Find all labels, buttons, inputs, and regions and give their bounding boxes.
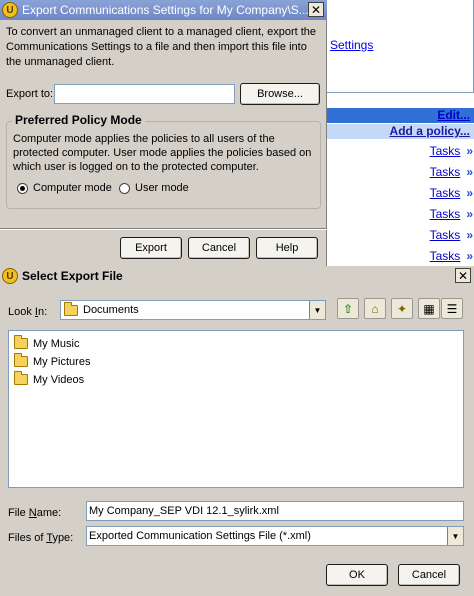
select-export-file-dialog: U Select Export File ✕ Look In: Document… [0, 266, 474, 596]
file-item-label: My Pictures [33, 355, 91, 368]
export-dialog-title-bar[interactable]: U Export Communications Settings for My … [0, 0, 327, 20]
up-folder-icon[interactable]: ⇧ [337, 298, 359, 319]
tasks-item[interactable]: Tasks » [430, 206, 473, 222]
file-name-label: File Name: [8, 507, 62, 519]
close-icon: ✕ [310, 2, 322, 17]
edit-row: Edit... [326, 108, 474, 123]
double-chevron-icon: » [466, 207, 472, 221]
files-of-type-select[interactable]: Exported Communication Settings File (*.… [86, 526, 464, 546]
new-folder-icon[interactable]: ✦ [391, 298, 413, 319]
look-in-label: Look In: [8, 306, 48, 318]
tasks-link[interactable]: Tasks [430, 186, 461, 200]
export-dialog: U Export Communications Settings for My … [0, 0, 327, 266]
file-name-input[interactable]: My Company_SEP VDI 12.1_sylirk.xml [86, 501, 464, 521]
file-item-label: My Music [33, 337, 80, 350]
double-chevron-icon: » [466, 186, 472, 200]
details-view-icon[interactable]: ☰ [441, 298, 463, 319]
tasks-item[interactable]: Tasks » [430, 143, 473, 159]
computer-mode-label: Computer mode [33, 182, 112, 194]
export-dialog-title: Export Communications Settings for My Co… [22, 3, 309, 17]
help-button[interactable]: Help [256, 237, 318, 259]
preferred-policy-mode-group: Preferred Policy Mode Computer mode appl… [6, 113, 321, 209]
add-policy-row: Add a policy... [326, 124, 474, 139]
background-panel: Settings [326, 0, 474, 93]
user-mode-radio[interactable]: User mode [119, 182, 189, 194]
folder-icon [64, 301, 78, 316]
tasks-link[interactable]: Tasks [430, 207, 461, 221]
tasks-link[interactable]: Tasks [430, 249, 461, 263]
cancel-button[interactable]: Cancel [398, 564, 460, 586]
tasks-item[interactable]: Tasks » [430, 164, 473, 180]
close-icon: ✕ [457, 268, 469, 283]
file-dialog-title-bar[interactable]: U Select Export File ✕ [0, 266, 474, 286]
look-in-value: Documents [83, 304, 139, 316]
file-item-label: My Videos [33, 373, 85, 386]
list-item[interactable]: My Music [14, 335, 80, 351]
list-item[interactable]: My Videos [14, 371, 85, 387]
close-button[interactable]: ✕ [455, 268, 471, 283]
tasks-link[interactable]: Tasks [430, 144, 461, 158]
look-in-select[interactable]: Documents ▼ [60, 300, 326, 320]
add-policy-link[interactable]: Add a policy... [390, 124, 470, 138]
edit-link[interactable]: Edit... [437, 108, 470, 122]
shield-icon: U [2, 2, 18, 18]
browse-button[interactable]: Browse... [240, 83, 320, 105]
tasks-link[interactable]: Tasks [430, 228, 461, 242]
shield-icon: U [2, 268, 18, 284]
background-console: Settings Edit... Add a policy... Tasks» … [326, 0, 474, 266]
files-of-type-label: Files of Type: [8, 532, 74, 544]
tasks-item[interactable]: Tasks » [430, 185, 473, 201]
folder-icon [14, 371, 28, 385]
policy-group-title: Preferred Policy Mode [12, 113, 145, 127]
settings-link[interactable]: Settings [330, 38, 373, 52]
divider [0, 228, 327, 230]
close-button[interactable]: ✕ [308, 2, 324, 17]
chevron-down-icon[interactable]: ▼ [447, 527, 463, 545]
double-chevron-icon: » [466, 144, 472, 158]
home-icon[interactable]: ⌂ [364, 298, 386, 319]
chevron-down-icon[interactable]: ▼ [309, 301, 325, 319]
files-of-type-value: Exported Communication Settings File (*.… [89, 530, 311, 542]
computer-mode-radio[interactable]: Computer mode [17, 182, 112, 194]
folder-icon [14, 353, 28, 367]
double-chevron-icon: » [466, 228, 472, 242]
list-view-icon[interactable]: ▦ [418, 298, 440, 319]
double-chevron-icon: » [466, 249, 472, 263]
folder-icon [14, 335, 28, 349]
radio-unchecked-icon [119, 182, 130, 194]
policy-description: Computer mode applies the policies to al… [13, 133, 312, 173]
export-button[interactable]: Export [120, 237, 182, 259]
ok-button[interactable]: OK [326, 564, 388, 586]
tasks-item[interactable]: Tasks » [430, 248, 473, 264]
export-description: To convert an unmanaged client to a mana… [6, 26, 317, 68]
cancel-button[interactable]: Cancel [188, 237, 250, 259]
tasks-link[interactable]: Tasks [430, 165, 461, 179]
user-mode-label: User mode [135, 182, 189, 194]
file-dialog-title: Select Export File [22, 269, 123, 283]
list-item[interactable]: My Pictures [14, 353, 91, 369]
tasks-item[interactable]: Tasks » [430, 227, 473, 243]
export-to-input[interactable] [54, 84, 235, 104]
double-chevron-icon: » [466, 165, 472, 179]
file-list[interactable]: My Music My Pictures My Videos [8, 330, 464, 488]
radio-checked-icon [17, 182, 28, 194]
export-to-label: Export to: [6, 88, 54, 100]
